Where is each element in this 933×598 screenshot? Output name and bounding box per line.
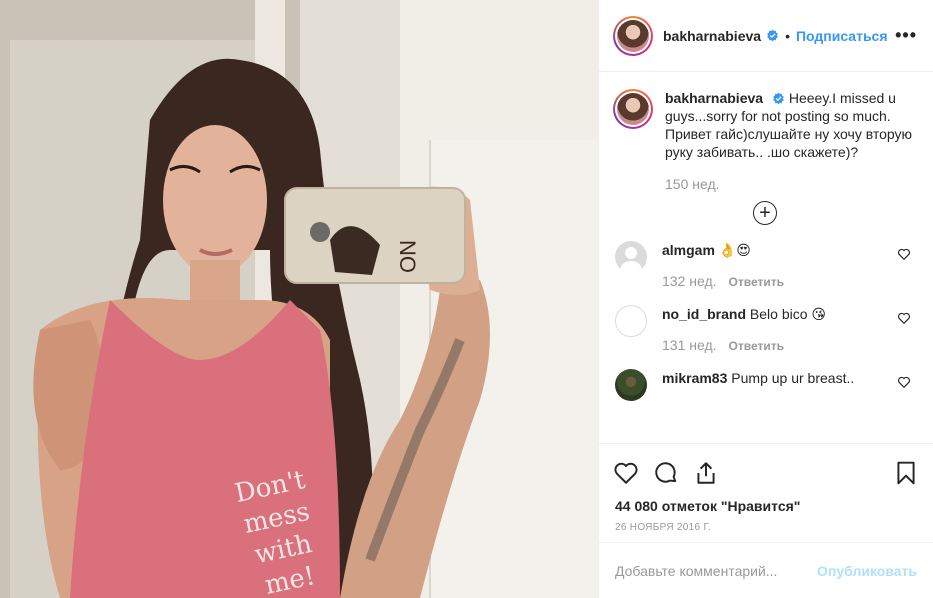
publish-button[interactable]: Опубликовать (817, 563, 917, 579)
comment-time[interactable]: 131 нед. (662, 337, 717, 353)
verified-badge-icon (767, 29, 778, 42)
follow-button[interactable]: Подписаться (796, 28, 888, 44)
reply-button[interactable]: Ответить (729, 339, 784, 353)
author-avatar[interactable] (613, 15, 653, 56)
svg-text:NO: NO (395, 240, 420, 273)
share-icon[interactable] (693, 460, 719, 486)
heart-icon[interactable] (613, 460, 639, 486)
comment-icon[interactable] (653, 460, 679, 486)
commenter-username[interactable]: almgam (662, 242, 715, 258)
reply-button[interactable]: Ответить (729, 275, 784, 289)
caption-avatar[interactable] (613, 89, 653, 129)
comment-text: Pump up ur breast.. (731, 370, 855, 386)
post-photo[interactable]: NO Don't mess with me! (0, 0, 598, 598)
comment-like-icon[interactable] (897, 311, 911, 325)
comment-item: almgam 👌😍 132 нед. Ответить (613, 241, 917, 289)
comment-item: no_id_brand Belo bico 😘 131 нед. Ответить (613, 305, 917, 353)
comment-input[interactable] (615, 562, 810, 579)
load-more-comments-icon[interactable]: + (753, 201, 777, 225)
commenter-avatar[interactable] (615, 305, 647, 337)
comments-list[interactable]: bakharnabieva Heeey.I missed u guys...so… (599, 73, 933, 443)
post-date[interactable]: 26 НОЯБРЯ 2016 Г. (599, 514, 933, 533)
likes-count[interactable]: 44 080 отметок "Нравится" (599, 488, 933, 514)
author-username[interactable]: bakharnabieva (663, 28, 761, 44)
comment-like-icon[interactable] (897, 375, 911, 389)
caption-time[interactable]: 150 нед. (665, 175, 917, 193)
comment-text: Belo bico 😘 (749, 306, 826, 322)
post-header: bakharnabieva • Подписаться ••• (599, 0, 933, 72)
comment-time[interactable]: 132 нед. (662, 273, 717, 289)
caption-username[interactable]: bakharnabieva (665, 90, 763, 106)
post-actions: 44 080 отметок "Нравится" 26 НОЯБРЯ 2016… (599, 443, 933, 598)
more-icon[interactable]: ••• (895, 25, 917, 46)
commenter-username[interactable]: no_id_brand (662, 306, 746, 322)
comment-like-icon[interactable] (897, 247, 911, 261)
bookmark-icon[interactable] (893, 460, 919, 486)
commenter-avatar[interactable] (615, 369, 647, 401)
add-comment-bar: Опубликовать (599, 542, 933, 598)
comment-item: mikram83 Pump up ur breast.. (613, 369, 917, 401)
comment-text: 👌😍 (718, 242, 751, 258)
commenter-username[interactable]: mikram83 (662, 370, 727, 386)
verified-badge-icon (773, 92, 784, 105)
separator-dot: • (785, 27, 790, 44)
caption: bakharnabieva Heeey.I missed u guys...so… (613, 89, 917, 193)
post-panel: bakharnabieva • Подписаться ••• bakharna… (598, 0, 933, 598)
commenter-avatar[interactable] (615, 241, 647, 273)
